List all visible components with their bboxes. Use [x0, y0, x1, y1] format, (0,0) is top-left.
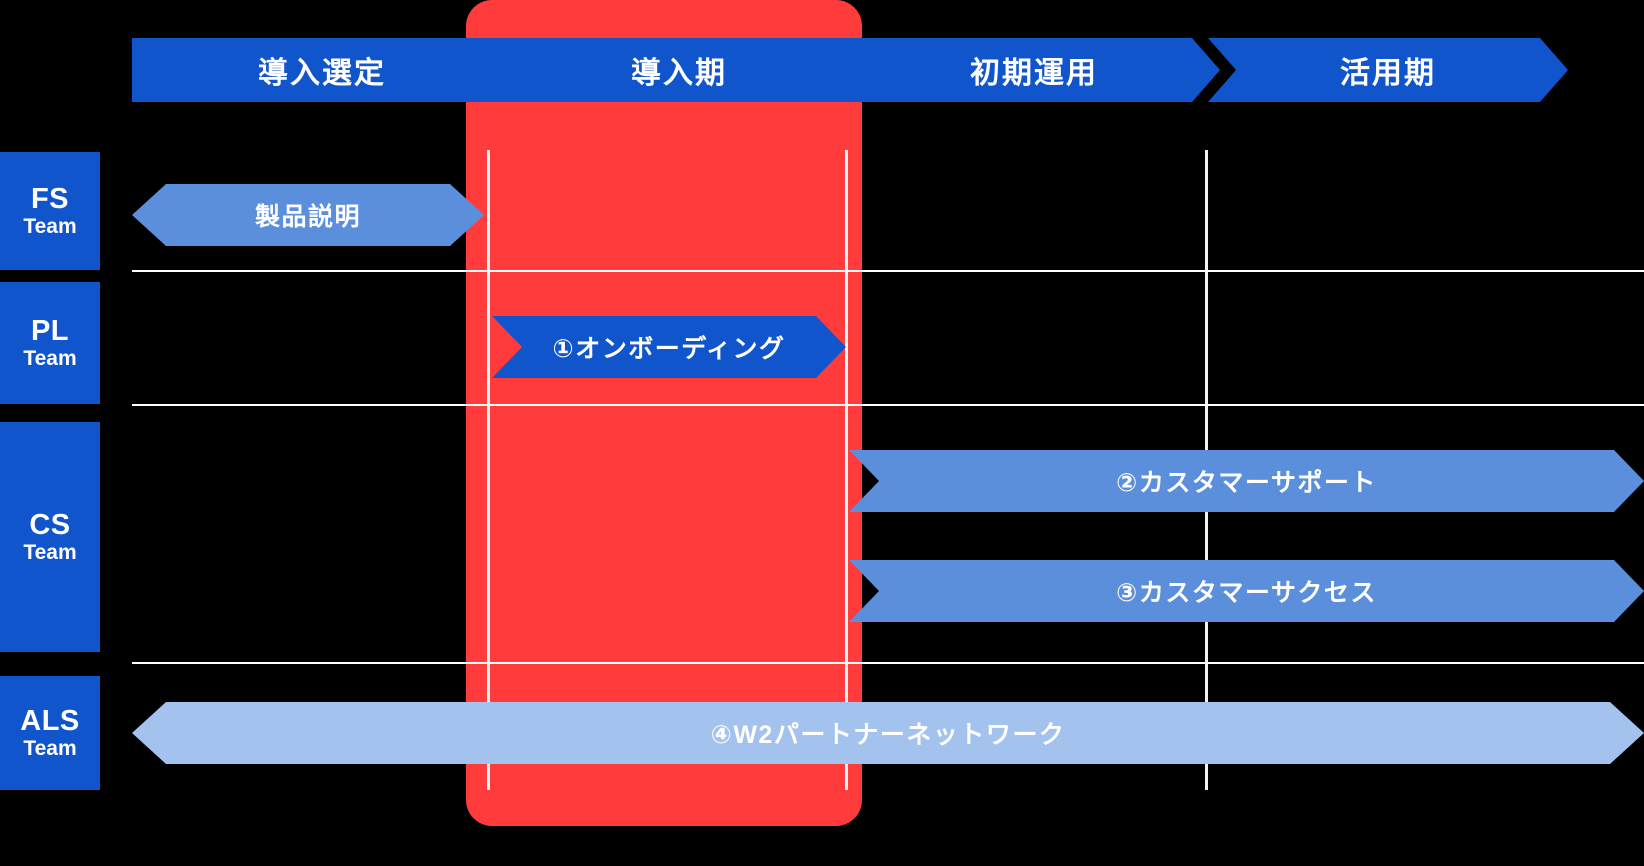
- bar-label-customer-success: ③カスタマーサクセス: [1116, 579, 1377, 607]
- row-divider-pl-cs: [132, 404, 1644, 406]
- bar-customer-success[interactable]: ③カスタマーサクセス: [849, 560, 1644, 622]
- team-label-als[interactable]: ALS Team: [0, 676, 100, 790]
- bar-onboarding[interactable]: ①オンボーディング: [492, 316, 846, 378]
- team-sub-als: Team: [23, 737, 77, 761]
- phase-label-2: 導入期: [631, 57, 727, 90]
- team-code-cs: CS: [29, 509, 71, 541]
- roadmap-diagram: 導入選定 導入期 初期運用 活用期 FS Team PL Team CS Tea…: [0, 0, 1644, 866]
- bar-product-explanation[interactable]: 製品説明: [132, 184, 484, 246]
- bar-label-customer-support: ②カスタマーサポート: [1116, 469, 1377, 497]
- team-code-als: ALS: [20, 705, 80, 737]
- phase-label-1: 導入選定: [258, 57, 386, 90]
- phase-guide-line-1: [487, 150, 490, 790]
- phase-label-3: 初期運用: [970, 57, 1098, 90]
- team-label-fs[interactable]: FS Team: [0, 152, 100, 270]
- bar-partner-network[interactable]: ④W2パートナーネットワーク: [132, 702, 1644, 764]
- phase-chevron-2[interactable]: 導入期: [481, 38, 877, 102]
- bar-label-product-explanation: 製品説明: [254, 203, 361, 231]
- row-divider-cs-als: [132, 662, 1644, 664]
- phase-guide-line-2: [845, 150, 848, 790]
- team-code-pl: PL: [30, 315, 70, 347]
- team-code-fs: FS: [30, 183, 70, 215]
- bar-label-onboarding: ①オンボーディング: [552, 335, 786, 363]
- row-divider-fs-pl: [132, 270, 1644, 272]
- phase-chevron-1[interactable]: 導入選定: [132, 38, 512, 102]
- bar-customer-support[interactable]: ②カスタマーサポート: [849, 450, 1644, 512]
- phase-chevron-3[interactable]: 初期運用: [848, 38, 1220, 102]
- phase-header-row: 導入選定 導入期 初期運用 活用期: [0, 38, 1644, 102]
- team-label-cs[interactable]: CS Team: [0, 422, 100, 652]
- team-sub-pl: Team: [23, 347, 77, 371]
- team-sub-cs: Team: [23, 541, 77, 565]
- bar-label-partner-network: ④W2パートナーネットワーク: [710, 721, 1066, 749]
- team-sub-fs: Team: [23, 215, 77, 239]
- phase-label-4: 活用期: [1340, 57, 1436, 90]
- team-label-pl[interactable]: PL Team: [0, 282, 100, 404]
- phase-chevron-4[interactable]: 活用期: [1208, 38, 1568, 102]
